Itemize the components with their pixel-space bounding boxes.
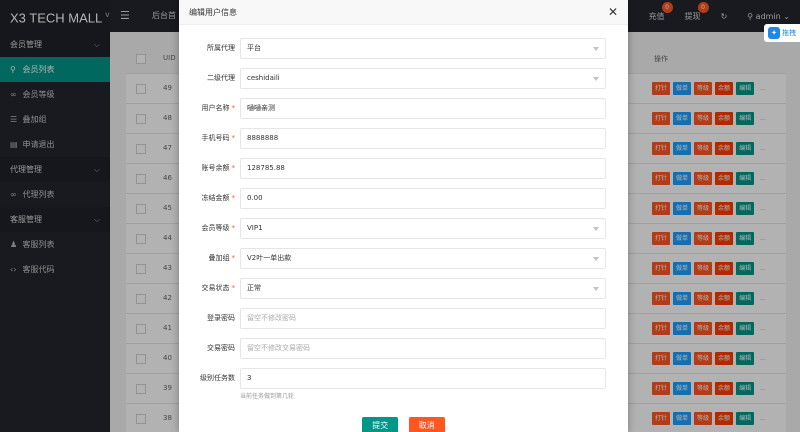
required-mark: * [231, 194, 236, 202]
username-label: 用户名称 * [201, 104, 236, 112]
form-row-agent: 所属代理 平台 [179, 38, 628, 59]
trade-status-label: 交易状态 * [201, 284, 236, 292]
required-mark: * [231, 284, 236, 292]
form-row-phone: 手机号码 * 8888888 [179, 128, 628, 149]
stack-group-select[interactable]: V2叶一单出款 [240, 248, 606, 269]
frozen-label: 冻结金额 * [201, 194, 236, 202]
agent-select[interactable]: 平台 [240, 38, 606, 59]
stack-group-label: 叠加组 * [208, 254, 236, 262]
balance-label: 账号余额 * [201, 164, 236, 172]
float-drag-tab[interactable]: ✦ 拖拽 [764, 24, 800, 42]
modal-title: 编辑用户信息 [179, 0, 628, 25]
required-mark: * [231, 104, 236, 112]
member-level-select[interactable]: VIP1 [240, 218, 606, 239]
frozen-input[interactable]: 0.00 [240, 188, 606, 209]
caret-down-icon [593, 257, 599, 261]
login-password-input[interactable]: 留空不修改密码 [240, 308, 606, 329]
sub-agent-select[interactable]: ceshidaili [240, 68, 606, 89]
task-hint: 当前任务做到第几轮 [240, 393, 295, 400]
login-password-label: 登录密码 [207, 314, 235, 322]
form-row-task-level: 级别任务数 3 [179, 368, 628, 389]
phone-input[interactable]: 8888888 [240, 128, 606, 149]
username-input[interactable]: 嗵嗵亲测 [240, 98, 606, 119]
submit-button[interactable]: 提交 [362, 417, 399, 432]
phone-label: 手机号码 * [201, 134, 236, 142]
trade-password-input[interactable]: 留空不修改交易密码 [240, 338, 606, 359]
sub-agent-label: 二级代理 [207, 74, 235, 82]
trade-status-select[interactable]: 正常 [240, 278, 606, 299]
trade-password-label: 交易密码 [207, 344, 235, 352]
required-mark: * [231, 164, 236, 172]
form-row-username: 用户名称 * 嗵嗵亲测 [179, 98, 628, 119]
caret-down-icon [593, 287, 599, 291]
member-level-label: 会员等级 * [201, 224, 236, 232]
cancel-button[interactable]: 取消 [408, 417, 445, 432]
balance-input[interactable]: 128785.88 [240, 158, 606, 179]
form-row-trade-status: 交易状态 * 正常 [179, 278, 628, 299]
close-icon[interactable]: ✕ [608, 5, 618, 19]
edit-user-modal: 编辑用户信息 ✕ 所属代理 平台二级代理 ceshidaili 用户名称 * 嗵嗵亲测手机… [179, 0, 628, 432]
form-row-stack-group: 叠加组 * V2叶一单出款 [179, 248, 628, 269]
caret-down-icon [593, 77, 599, 81]
required-mark: * [231, 224, 236, 232]
form-row-sub-agent: 二级代理 ceshidaili [179, 68, 628, 89]
drag-icon: ✦ [768, 27, 780, 39]
form-row-member-level: 会员等级 * VIP1 [179, 218, 628, 239]
float-label: 拖拽 [782, 29, 796, 37]
required-mark: * [231, 254, 236, 262]
caret-down-icon [593, 47, 599, 51]
required-mark: * [231, 134, 236, 142]
caret-down-icon [593, 227, 599, 231]
form-row-trade-password: 交易密码 留空不修改交易密码 [179, 338, 628, 359]
form-row-login-password: 登录密码 留空不修改密码 [179, 308, 628, 329]
modal-buttons: 提交 取消 [179, 417, 628, 432]
form-row-balance: 账号余额 * 128785.88 [179, 158, 628, 179]
task-level-label: 级别任务数 [200, 374, 235, 382]
form-row-frozen: 冻结金额 * 0.00 [179, 188, 628, 209]
agent-label: 所属代理 [207, 44, 235, 52]
task-level-input[interactable]: 3 [240, 368, 606, 389]
